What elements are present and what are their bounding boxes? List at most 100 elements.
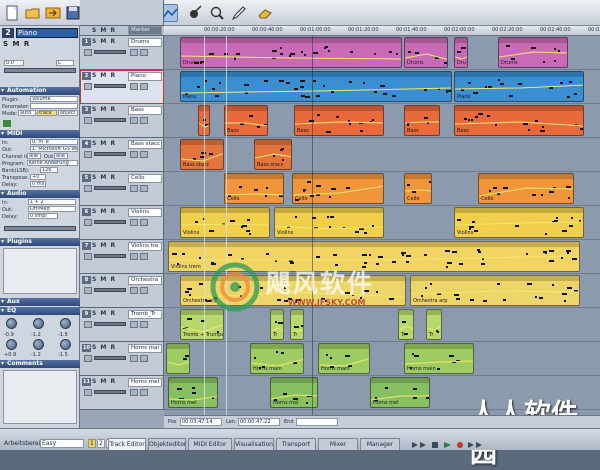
clip[interactable]: Bass [404,105,440,136]
track-fx-icon[interactable] [84,389,92,396]
plugin-select[interactable]: Volume [30,96,78,102]
tab-track-editor[interactable]: Track Editor [108,438,146,450]
track-auto-icon[interactable] [130,185,138,192]
track-fx-icon[interactable] [84,253,92,260]
midi-in-select[interactable]: 0, m_e [30,139,78,145]
time-ruler[interactable]: 00:00:20:00 00:00:40:00 00:01:00:00 00:01:2… [164,26,600,36]
track-eq-icon[interactable] [140,185,148,192]
audio-volume-slider[interactable] [4,226,76,231]
track-fx-icon[interactable] [84,83,92,90]
parameter-select[interactable] [30,103,78,109]
track-eq-icon[interactable] [140,389,148,396]
tab-transport[interactable]: Transport [276,438,316,450]
eraser-icon[interactable] [256,4,274,22]
clip[interactable]: Dru [454,37,468,68]
solo-mute-record-buttons[interactable]: S M R [92,276,116,283]
track-name[interactable]: Violins [128,208,162,217]
clip[interactable]: Drums [180,37,402,68]
eq-low-freq-knob[interactable] [6,339,17,350]
solo-mute-record-buttons[interactable]: S M R [92,310,116,317]
clip[interactable]: Cello [292,173,384,204]
playhead-cursor[interactable] [312,36,313,428]
track-volume-slider[interactable] [94,322,126,326]
clip[interactable]: Bass [294,105,384,136]
mode-track-option[interactable]: track [37,110,57,116]
bank-field[interactable]: 126 [40,167,58,173]
track-eq-icon[interactable] [140,151,148,158]
eq-mid-freq-knob[interactable] [33,339,44,350]
mode-object-option[interactable]: object [58,110,78,116]
clip[interactable]: Horns main [318,343,370,374]
tab-manager[interactable]: Manager [360,438,400,450]
clip[interactable]: Violins [454,207,584,238]
clip[interactable]: Tr [270,309,284,340]
page-2-button[interactable]: 2 [97,439,105,448]
track-fx-icon[interactable] [84,355,92,362]
solo-mute-record-buttons[interactable]: S M R [92,344,116,351]
smr-buttons[interactable]: S M R [3,40,30,48]
volume-slider[interactable] [4,68,76,73]
new-icon[interactable] [3,4,21,22]
track-volume-slider[interactable] [94,390,126,394]
page-1-button[interactable]: 1 [88,439,96,448]
clip[interactable]: Horns main [250,343,304,374]
track-name[interactable]: Bass [128,106,162,115]
section-automation[interactable]: Automation [0,87,80,95]
clip[interactable]: Piano [454,71,584,102]
clip[interactable]: Bass stacc [254,139,292,170]
pencil-icon[interactable] [230,4,248,22]
solo-mute-record-buttons[interactable]: S M R [92,174,116,181]
track-name[interactable]: Tromb_Tr [128,310,162,319]
track-auto-icon[interactable] [130,287,138,294]
solo-mute-record-buttons[interactable]: S M R [92,72,116,79]
track-name-field[interactable]: Piano [16,28,78,38]
track-auto-icon[interactable] [130,49,138,56]
track-name[interactable]: Bass stacc [128,140,162,149]
clip[interactable]: Horns mel [370,377,430,408]
clip[interactable]: Horns mel [168,377,218,408]
workspace-select[interactable]: Easy [40,439,84,448]
section-aux[interactable]: Aux [0,298,80,306]
tab-mixer[interactable]: Mixer [318,438,358,450]
tab-objekteditor[interactable]: Objekteditor [148,438,186,450]
section-audio[interactable]: Audio [0,190,80,198]
scrub-icon[interactable] [186,4,204,22]
clip[interactable]: Cello [478,173,574,204]
track-name[interactable]: Piano [128,72,162,81]
track-auto-icon[interactable] [130,355,138,362]
track-name[interactable]: Violins tre [128,242,162,251]
len-field[interactable]: 00:00:47:22 [238,418,280,426]
track-name[interactable]: Cello [128,174,162,183]
arrangement-area[interactable]: Drums Drums Dru Drums Piano Piano Bass Bass Bass… [164,36,600,428]
track-header-10[interactable]: 10 S M R Horns mai [80,342,164,376]
audio-in-select[interactable]: 1 + 2 [28,199,76,205]
track-header-5[interactable]: 5S M R Cello [80,172,164,206]
clip[interactable]: Horns main [404,343,474,374]
eq-high-freq-knob[interactable] [60,339,71,350]
track-name[interactable]: Drums [128,38,162,47]
track-auto-icon[interactable] [130,151,138,158]
clip[interactable]: Bass [454,105,584,136]
track-eq-icon[interactable] [140,83,148,90]
track-lane-9[interactable] [164,308,600,342]
solo-mute-record-buttons[interactable]: S M R [92,106,116,113]
eq-mid-gain-knob[interactable] [33,318,44,329]
track-auto-icon[interactable] [130,83,138,90]
inspector-volume-field[interactable]: 0.0 [4,60,24,66]
track-auto-icon[interactable] [130,253,138,260]
solo-mute-record-buttons[interactable]: S M R [92,242,116,249]
section-eq[interactable]: EQ [0,307,80,315]
tab-visualisation[interactable]: Visualisation [234,438,274,450]
clip[interactable]: Violins trem [168,241,580,272]
clip[interactable]: Tr [290,309,304,340]
eq-high-gain-knob[interactable] [60,318,71,329]
mode-auto-option[interactable]: auto [18,110,36,116]
clip[interactable]: Orchestra arp [180,275,406,306]
solo-mute-record-buttons[interactable]: S M R [92,140,116,147]
section-comments[interactable]: Comments [0,360,80,368]
track-volume-slider[interactable] [94,254,126,258]
solo-mute-record-buttons[interactable]: S M R [92,378,116,385]
track-fx-icon[interactable] [84,287,92,294]
track-eq-icon[interactable] [140,287,148,294]
midi-delay-field[interactable]: 0 ms [30,181,46,187]
